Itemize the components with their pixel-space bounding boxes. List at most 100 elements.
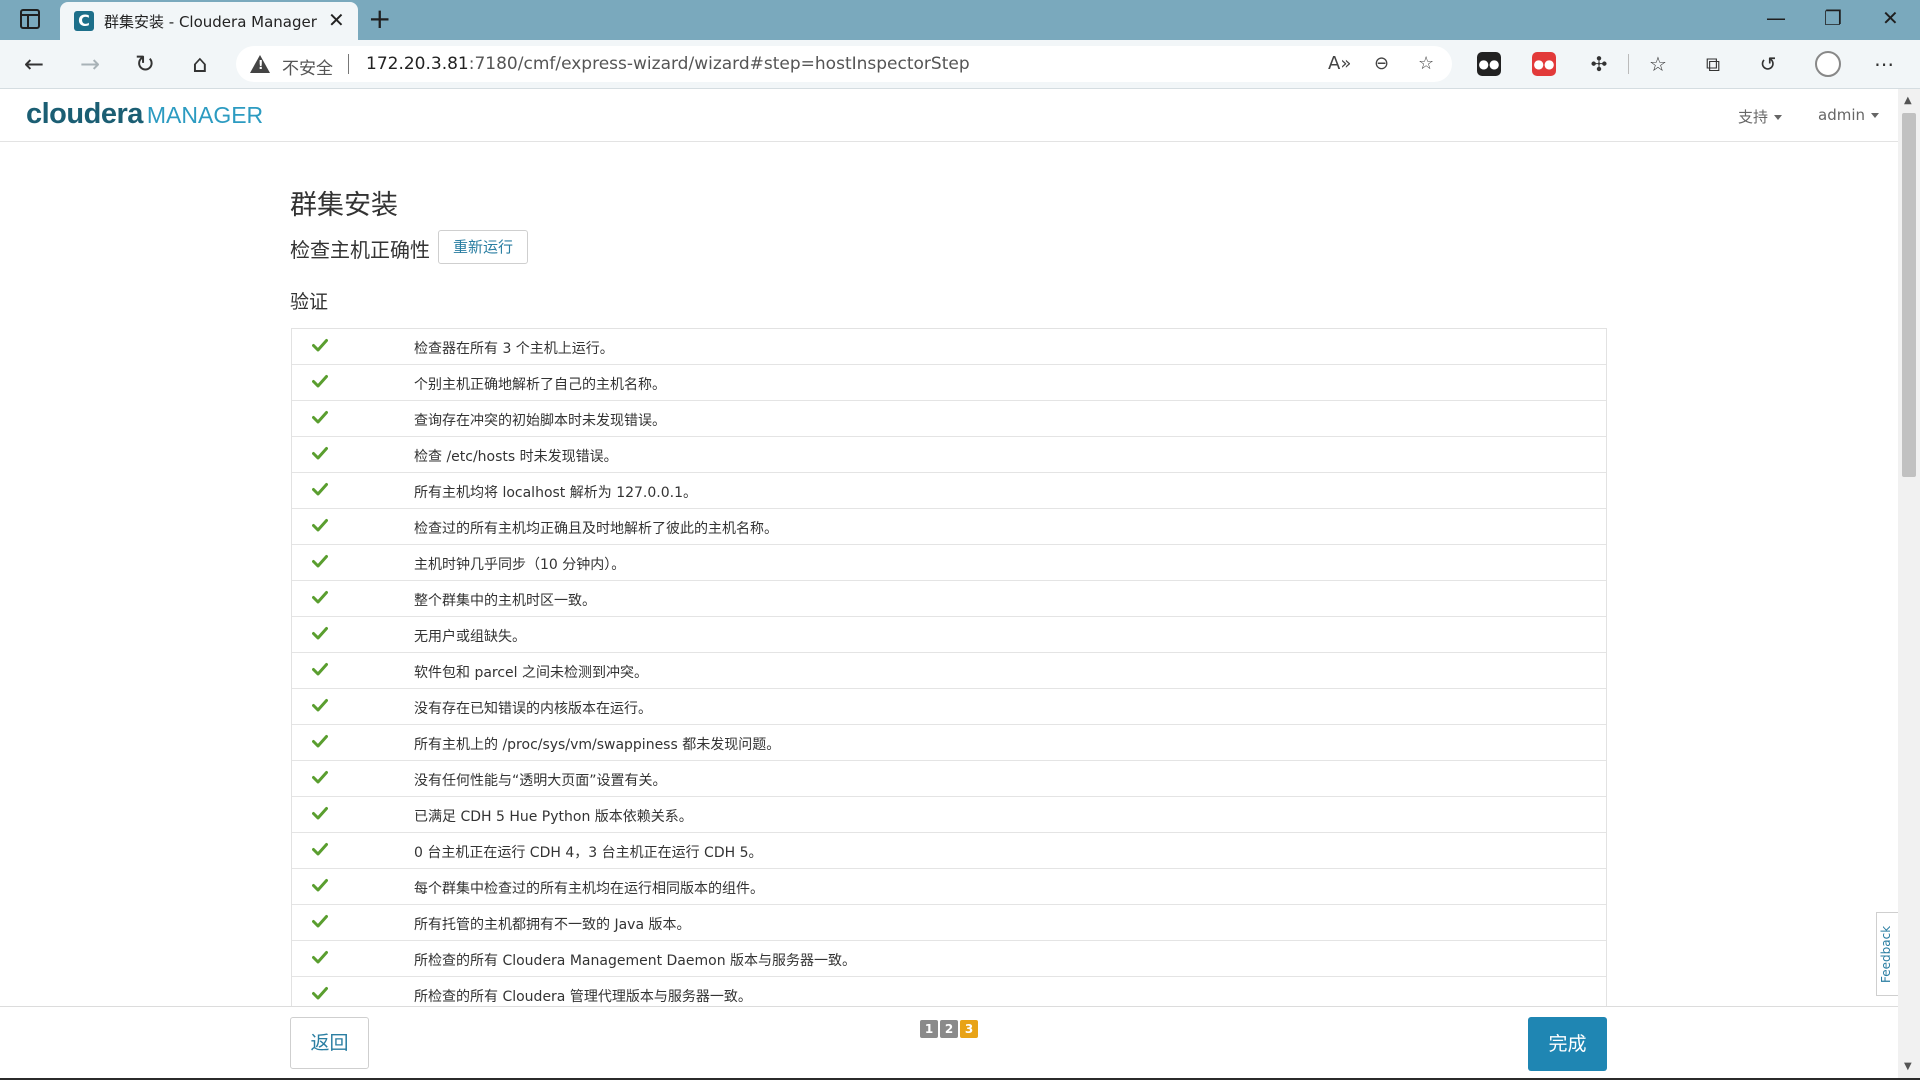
page-scrollbar[interactable]: ▲ ▼ xyxy=(1898,89,1920,1078)
validation-list: 检查器在所有 3 个主机上运行。个别主机正确地解析了自己的主机名称。查询存在冲突… xyxy=(291,328,1607,1006)
checkmark-icon xyxy=(312,591,328,604)
back-arrow-icon[interactable]: ← xyxy=(20,50,48,78)
scroll-down-icon[interactable]: ▼ xyxy=(1904,1061,1912,1072)
profile-avatar-icon[interactable] xyxy=(1815,51,1841,77)
scroll-thumb[interactable] xyxy=(1902,113,1916,477)
wizard-step-3[interactable]: 3 xyxy=(960,1020,978,1038)
checkmark-icon xyxy=(312,771,328,784)
user-menu-label: admin xyxy=(1818,106,1865,124)
caret-down-icon xyxy=(1871,113,1879,118)
check-text: 所检查的所有 Cloudera Management Daemon 版本与服务器… xyxy=(414,953,857,969)
check-text: 所有主机均将 localhost 解析为 127.0.0.1。 xyxy=(414,485,697,501)
browser-tab-active[interactable]: C 群集安装 - Cloudera Manager ✕ xyxy=(60,2,358,40)
feedback-label: Feedback xyxy=(1879,925,1893,983)
cloudera-manager-logo[interactable]: cloudera MANAGER xyxy=(26,98,263,131)
check-row: 0 台主机正在运行 CDH 4，3 台主机正在运行 CDH 5。 xyxy=(292,833,1606,869)
address-divider xyxy=(348,54,349,74)
page-subtitle: 检查主机正确性 xyxy=(290,238,430,262)
check-text: 所有主机上的 /proc/sys/vm/swappiness 都未发现问题。 xyxy=(414,737,781,753)
forward-arrow-icon[interactable]: → xyxy=(76,50,104,78)
check-text: 所有托管的主机都拥有不一致的 Java 版本。 xyxy=(414,917,691,933)
page-title: 群集安装 xyxy=(290,190,398,221)
address-bar[interactable]: 不安全 172.20.3.81:7180/cmf/express-wizard/… xyxy=(236,46,1452,82)
checkmark-icon xyxy=(312,879,328,892)
back-button[interactable]: 返回 xyxy=(290,1017,369,1069)
warning-icon xyxy=(250,55,270,73)
browser-toolbar: ← → ↻ ⌂ 不安全 172.20.3.81:7180/cmf/express… xyxy=(0,40,1920,89)
check-row: 每个群集中检查过的所有主机均在运行相同版本的组件。 xyxy=(292,869,1606,905)
browser-tabstrip: C 群集安装 - Cloudera Manager ✕ + — ❐ ✕ xyxy=(0,0,1920,40)
collections-icon[interactable]: ⧉ xyxy=(1701,52,1725,76)
more-menu-icon[interactable]: ⋯ xyxy=(1872,52,1896,76)
check-row: 无用户或组缺失。 xyxy=(292,617,1606,653)
support-menu-label: 支持 xyxy=(1738,108,1769,126)
user-menu[interactable]: admin xyxy=(1818,106,1879,124)
check-row: 主机时钟几乎同步（10 分钟内）。 xyxy=(292,545,1606,581)
wizard-step-1[interactable]: 1 xyxy=(920,1020,938,1038)
history-icon[interactable]: ↺ xyxy=(1756,52,1780,76)
rerun-button[interactable]: 重新运行 xyxy=(438,230,528,264)
checkmark-icon xyxy=(312,483,328,496)
read-aloud-icon[interactable]: A» xyxy=(1328,54,1351,74)
wizard-step-2[interactable]: 2 xyxy=(940,1020,958,1038)
logo-cloudera-text: cloudera xyxy=(26,98,143,130)
app-header: cloudera MANAGER 支持 admin xyxy=(0,89,1898,142)
check-text: 所检查的所有 Cloudera 管理代理版本与服务器一致。 xyxy=(414,989,752,1005)
zoom-out-icon[interactable]: ⊖ xyxy=(1374,54,1389,74)
checkmark-icon xyxy=(312,951,328,964)
section-title: 验证 xyxy=(290,291,329,313)
check-row: 所检查的所有 Cloudera 管理代理版本与服务器一致。 xyxy=(292,977,1606,1006)
feedback-tab[interactable]: Feedback xyxy=(1876,912,1898,996)
check-text: 软件包和 parcel 之间未检测到冲突。 xyxy=(414,665,649,681)
checkmark-icon xyxy=(312,627,328,640)
checkmark-icon xyxy=(312,699,328,712)
extensions-puzzle-icon[interactable]: ✣ xyxy=(1587,52,1611,76)
check-text: 整个群集中的主机时区一致。 xyxy=(414,593,596,609)
check-row: 所有主机均将 localhost 解析为 127.0.0.1。 xyxy=(292,473,1606,509)
favorites-icon[interactable]: ☆ xyxy=(1646,52,1670,76)
check-row: 已满足 CDH 5 Hue Python 版本依赖关系。 xyxy=(292,797,1606,833)
check-text: 检查过的所有主机均正确且及时地解析了彼此的主机名称。 xyxy=(414,521,778,537)
check-row: 软件包和 parcel 之间未检测到冲突。 xyxy=(292,653,1606,689)
check-text: 没有任何性能与“透明大页面”设置有关。 xyxy=(414,773,667,789)
check-text: 没有存在已知错误的内核版本在运行。 xyxy=(414,701,652,717)
checkmark-icon xyxy=(312,915,328,928)
tab-close-icon[interactable]: ✕ xyxy=(328,8,345,32)
checkmark-icon xyxy=(312,555,328,568)
check-row: 所检查的所有 Cloudera Management Daemon 版本与服务器… xyxy=(292,941,1606,977)
check-row: 检查器在所有 3 个主机上运行。 xyxy=(292,329,1606,365)
check-row: 检查 /etc/hosts 时未发现错误。 xyxy=(292,437,1606,473)
tab-actions-icon[interactable] xyxy=(20,9,40,29)
finish-button[interactable]: 完成 xyxy=(1528,1017,1607,1071)
checkmark-icon xyxy=(312,987,328,1000)
check-row: 查询存在冲突的初始脚本时未发现错误。 xyxy=(292,401,1606,437)
new-tab-plus-icon[interactable]: + xyxy=(368,4,391,34)
check-text: 个别主机正确地解析了自己的主机名称。 xyxy=(414,377,666,393)
check-text: 主机时钟几乎同步（10 分钟内）。 xyxy=(414,557,626,573)
check-row: 所有托管的主机都拥有不一致的 Java 版本。 xyxy=(292,905,1606,941)
check-text: 每个群集中检查过的所有主机均在运行相同版本的组件。 xyxy=(414,881,764,897)
restore-icon[interactable]: ❐ xyxy=(1824,6,1842,30)
security-label[interactable]: 不安全 xyxy=(282,54,333,79)
tab-title: 群集安装 - Cloudera Manager xyxy=(104,13,317,31)
add-favorite-icon[interactable]: ☆ xyxy=(1418,54,1434,74)
extension-glasses-icon[interactable]: ●● xyxy=(1477,52,1501,76)
checkmark-icon xyxy=(312,519,328,532)
home-icon[interactable]: ⌂ xyxy=(186,50,214,78)
caret-down-icon xyxy=(1774,115,1783,120)
check-row: 没有任何性能与“透明大页面”设置有关。 xyxy=(292,761,1606,797)
minimize-icon[interactable]: — xyxy=(1766,6,1786,30)
checkmark-icon xyxy=(312,447,328,460)
window-close-icon[interactable]: ✕ xyxy=(1882,6,1899,30)
check-text: 0 台主机正在运行 CDH 4，3 台主机正在运行 CDH 5。 xyxy=(414,845,763,861)
check-row: 没有存在已知错误的内核版本在运行。 xyxy=(292,689,1606,725)
scroll-up-icon[interactable]: ▲ xyxy=(1904,95,1912,106)
extension-red-icon[interactable]: ●● xyxy=(1532,52,1556,76)
url-text[interactable]: 172.20.3.81:7180/cmf/express-wizard/wiza… xyxy=(366,54,970,74)
checkmark-icon xyxy=(312,375,328,388)
support-menu[interactable]: 支持 xyxy=(1738,106,1783,127)
checkmark-icon xyxy=(312,843,328,856)
check-row: 个别主机正确地解析了自己的主机名称。 xyxy=(292,365,1606,401)
checkmark-icon xyxy=(312,339,328,352)
refresh-icon[interactable]: ↻ xyxy=(131,50,159,78)
